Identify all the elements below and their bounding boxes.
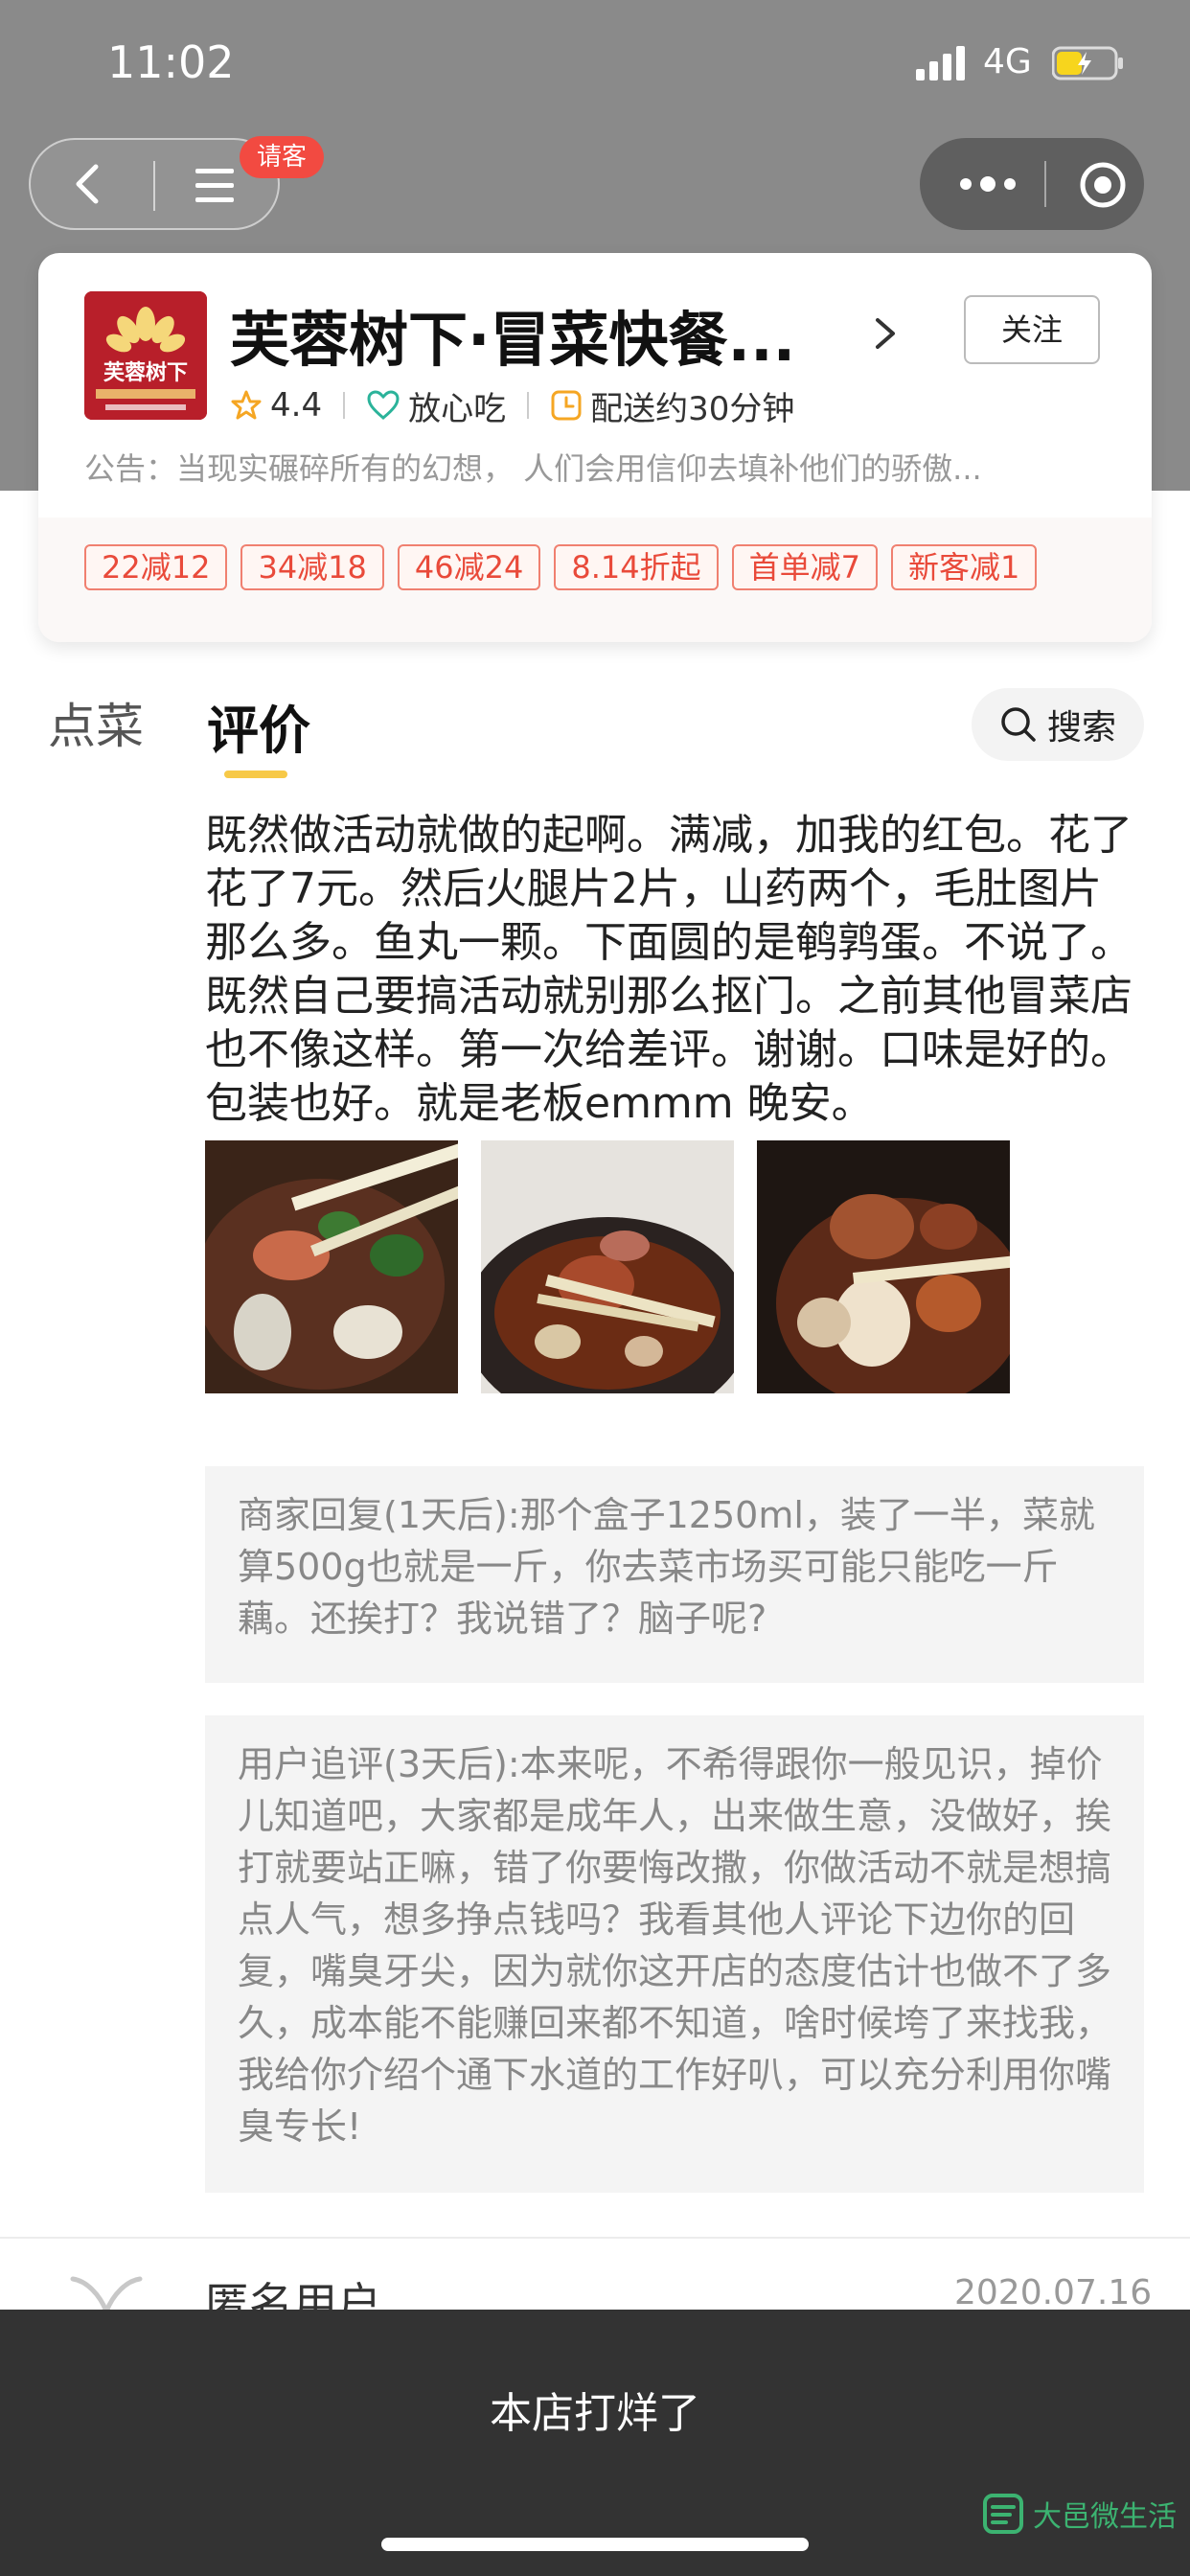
watermark-logo-icon [983, 2494, 1023, 2534]
promo-tag[interactable]: 34减18 [240, 544, 384, 590]
review-text: 既然做活动就做的起啊。满减，加我的红包。花了 花了7元。然后火腿片2片，山药两个… [205, 811, 1133, 1128]
promo-list: 22减12 34减18 46减24 8.14折起 首单减7 新客减1 [84, 544, 1038, 590]
back-icon[interactable] [65, 161, 111, 207]
mini-program-capsule [920, 138, 1144, 230]
status-bar: 11:02 4G [0, 0, 1190, 130]
store-logo: 芙蓉树下 [84, 291, 207, 420]
separator [343, 392, 346, 419]
status-time: 11:02 [107, 36, 235, 88]
store-meta: 4.4 放心吃 配送约30分钟 [230, 381, 794, 429]
network-label: 4G [983, 42, 1032, 81]
svg-text:芙蓉树下: 芙蓉树下 [103, 360, 188, 385]
tab-review[interactable]: 评价 [207, 688, 310, 764]
battery-icon [1052, 46, 1123, 80]
more-icon[interactable] [956, 167, 1019, 201]
signal-icon [916, 46, 965, 80]
separator [527, 392, 530, 419]
promo-tag[interactable]: 首单减7 [731, 544, 878, 590]
store-card: 芙蓉树下 芙蓉树下·冒菜快餐... 关注 4.4 放心吃 配送约30分钟 公告：… [38, 253, 1152, 642]
home-indicator[interactable] [381, 2538, 809, 2551]
capsule-divider [1044, 161, 1046, 207]
store-closed-text: 本店打烊了 [490, 2389, 700, 2438]
invite-badge[interactable]: 请客 [240, 136, 325, 178]
watermark-text: 大邑微生活 [1033, 2500, 1177, 2534]
search-button[interactable]: 搜索 [972, 688, 1144, 761]
star-icon [231, 390, 262, 420]
menu-icon[interactable] [192, 165, 238, 207]
store-name[interactable]: 芙蓉树下·冒菜快餐... [230, 291, 881, 378]
review-photo[interactable] [757, 1140, 1010, 1393]
tab-order[interactable]: 点菜 [48, 688, 144, 757]
review-date: 2020.07.16 [954, 2273, 1153, 2312]
promo-tag[interactable]: 46减24 [397, 544, 541, 590]
chevron-right-icon[interactable] [868, 312, 903, 355]
safe-label: 放心吃 [408, 389, 507, 428]
search-icon [1001, 707, 1036, 742]
review-photo[interactable] [205, 1140, 458, 1393]
closed-bar: 本店打烊了 大邑微生活 [0, 2310, 1190, 2576]
promo-tag[interactable]: 8.14折起 [554, 544, 719, 590]
capsule-divider [153, 161, 155, 211]
divider [0, 2237, 1190, 2239]
store-notice[interactable]: 公告：当现实碾碎所有的幻想， 人们会用信仰去填补他们的骄傲... [84, 445, 1106, 489]
heart-icon [367, 390, 400, 420]
active-tab-indicator [224, 770, 287, 778]
close-mini-program-icon[interactable] [1079, 161, 1127, 209]
tab-bar: 点菜 评价 搜索 [0, 688, 1190, 794]
store-rating: 4.4 [270, 386, 323, 425]
user-followup: 用户追评(3天后):本来呢，不希得跟你一般见识，掉价儿知道吧，大家都是成年人，出… [205, 1715, 1144, 2193]
clock-icon [551, 390, 582, 421]
follow-button[interactable]: 关注 [964, 295, 1100, 364]
anonymous-avatar-icon [70, 2276, 143, 2313]
merchant-reply: 商家回复(1天后):那个盒子1250ml，装了一半，菜就算500g也就是一斤，你… [205, 1466, 1144, 1683]
review-photo[interactable] [481, 1140, 734, 1393]
promo-tag[interactable]: 22减12 [84, 544, 228, 590]
watermark: 大邑微生活 [981, 2492, 1177, 2536]
delivery-time: 配送约30分钟 [590, 389, 795, 428]
search-label: 搜索 [1046, 708, 1116, 748]
promo-tag[interactable]: 新客减1 [891, 544, 1038, 590]
